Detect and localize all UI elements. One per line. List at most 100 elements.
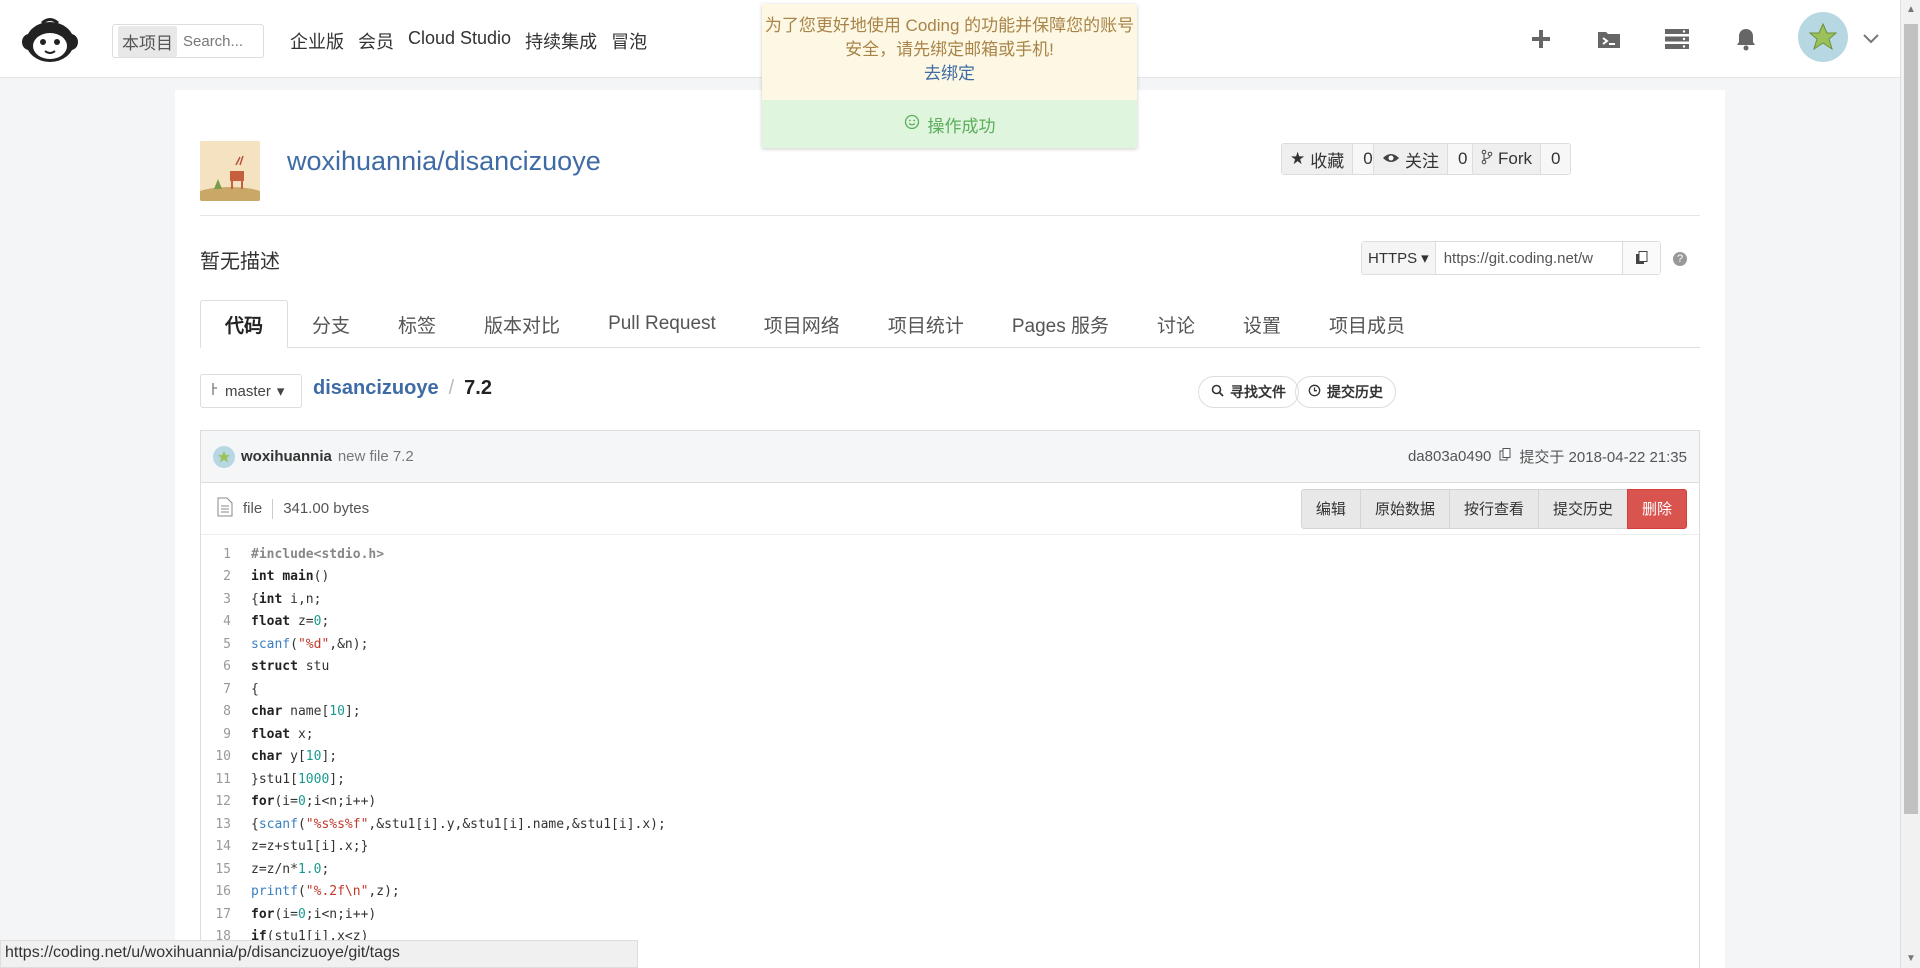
project-panel: woxihuannia/disancizuoye ★ 收藏 0 关注 0 For…	[175, 90, 1725, 968]
tab-settings[interactable]: 设置	[1219, 300, 1305, 348]
fork-button[interactable]: Fork	[1473, 144, 1540, 174]
tab-discussion[interactable]: 讨论	[1133, 300, 1219, 348]
line-number[interactable]: 7	[201, 682, 231, 697]
watch-button-group[interactable]: 关注 0	[1373, 143, 1479, 175]
chevron-down-icon[interactable]	[1856, 24, 1886, 54]
caret-down-icon: ▾	[276, 383, 285, 400]
raw-button[interactable]: 原始数据	[1359, 488, 1450, 529]
clone-protocol-label: HTTPS	[1368, 249, 1418, 267]
code-line: 8 char name[10];	[201, 701, 1699, 724]
scroll-up-icon[interactable]: ▲	[1906, 4, 1916, 15]
user-avatar[interactable]	[1798, 12, 1848, 62]
edit-button[interactable]: 编辑	[1300, 488, 1361, 529]
tab-members[interactable]: 项目成员	[1305, 300, 1429, 348]
search-placeholder: Search...	[183, 32, 244, 50]
watch-button[interactable]: 关注	[1374, 144, 1447, 174]
tab-compare[interactable]: 版本对比	[460, 300, 584, 348]
help-icon[interactable]: ?	[1673, 252, 1687, 266]
bind-link[interactable]: 去绑定	[762, 62, 1137, 86]
nav-enterprise[interactable]: 企业版	[290, 28, 344, 54]
line-number[interactable]: 12	[201, 794, 231, 809]
success-message: 操作成功	[762, 100, 1137, 148]
smile-icon	[904, 114, 920, 135]
code-line: 15 z=z/n*1.0;	[201, 858, 1699, 881]
code-line: 17 for(i=0;i<n;i++)	[201, 903, 1699, 926]
tab-tags[interactable]: 标签	[374, 300, 460, 348]
file-size: 341.00 bytes	[283, 500, 370, 517]
nav-member[interactable]: 会员	[358, 28, 394, 54]
tab-network[interactable]: 项目网络	[740, 300, 864, 348]
line-number[interactable]: 5	[201, 637, 231, 652]
file-history-button[interactable]: 提交历史	[1537, 488, 1628, 529]
commit-author-avatar[interactable]	[213, 445, 235, 468]
commit-hash[interactable]: da803a0490	[1408, 448, 1491, 465]
nav-ci[interactable]: 持续集成	[525, 28, 597, 54]
clone-url-group: HTTPS ▾ https://git.coding.net/w	[1361, 241, 1661, 275]
line-number[interactable]: 15	[201, 862, 231, 877]
tab-statistics[interactable]: 项目统计	[864, 300, 988, 348]
code-text: }stu1[1000];	[251, 771, 345, 787]
nav-bubble[interactable]: 冒泡	[611, 28, 647, 54]
line-number[interactable]: 4	[201, 614, 231, 629]
commit-message[interactable]: new file 7.2	[338, 448, 414, 465]
line-number[interactable]: 16	[201, 884, 231, 899]
find-file-button[interactable]: 寻找文件	[1198, 376, 1299, 408]
eye-icon	[1382, 149, 1400, 169]
fork-button-group[interactable]: Fork 0	[1472, 143, 1572, 175]
project-title[interactable]: woxihuannia/disancizuoye	[287, 146, 601, 177]
breadcrumb: disancizuoye / 7.2	[313, 377, 492, 400]
scroll-down-icon[interactable]: ▼	[1906, 953, 1916, 964]
coding-logo-icon[interactable]	[20, 14, 80, 66]
delete-button[interactable]: 删除	[1626, 488, 1687, 529]
line-number[interactable]: 2	[201, 569, 231, 584]
line-number[interactable]: 6	[201, 659, 231, 674]
line-number[interactable]: 1	[201, 547, 231, 562]
terminal-folder-icon[interactable]	[1594, 24, 1624, 54]
code-text: int main()	[251, 569, 330, 585]
breadcrumb-file: 7.2	[464, 377, 492, 399]
blame-button[interactable]: 按行查看	[1448, 488, 1539, 529]
server-icon[interactable]	[1662, 24, 1692, 54]
star-button[interactable]: ★ 收藏	[1282, 144, 1353, 174]
bell-icon[interactable]	[1731, 24, 1761, 54]
latest-commit-bar: woxihuannia new file 7.2 da803a0490 提交于 …	[201, 431, 1699, 483]
search-scope[interactable]: 本项目	[118, 25, 177, 57]
line-number[interactable]: 11	[201, 772, 231, 787]
line-number[interactable]: 8	[201, 704, 231, 719]
watch-label: 关注	[1405, 151, 1439, 171]
code-text: char name[10];	[251, 704, 361, 720]
scrollbar-thumb[interactable]	[1904, 24, 1918, 814]
branch-selector[interactable]: master ▾	[200, 374, 302, 408]
code-line: 14 z=z+stu1[i].x;}	[201, 836, 1699, 859]
code-text: {	[251, 681, 259, 697]
line-number[interactable]: 10	[201, 749, 231, 764]
clone-protocol-select[interactable]: HTTPS ▾	[1362, 242, 1436, 274]
line-number[interactable]: 13	[201, 817, 231, 832]
page-scrollbar[interactable]: ▲ ▼	[1900, 0, 1920, 968]
project-description: 暂无描述	[200, 251, 280, 273]
line-number[interactable]: 17	[201, 907, 231, 922]
tab-pages[interactable]: Pages 服务	[988, 300, 1133, 348]
code-line: 7{	[201, 678, 1699, 701]
tab-branches[interactable]: 分支	[288, 300, 374, 348]
commit-author[interactable]: woxihuannia	[241, 448, 332, 465]
copy-hash-icon[interactable]	[1499, 448, 1511, 465]
commit-history-button[interactable]: 提交历史	[1295, 376, 1396, 408]
code-text: #include<stdio.h>	[251, 546, 385, 562]
tab-pull-request[interactable]: Pull Request	[584, 300, 740, 348]
clock-icon	[1308, 384, 1321, 400]
breadcrumb-repo[interactable]: disancizuoye	[313, 377, 439, 400]
line-number[interactable]: 3	[201, 592, 231, 607]
line-number[interactable]: 9	[201, 727, 231, 742]
star-button-group[interactable]: ★ 收藏 0	[1281, 143, 1384, 175]
nav-cloud-studio[interactable]: Cloud Studio	[408, 28, 511, 54]
copy-icon[interactable]	[1621, 242, 1660, 274]
search-input[interactable]: 本项目 Search...	[112, 24, 264, 58]
star-icon: ★	[1290, 149, 1306, 168]
breadcrumb-separator: /	[448, 377, 455, 399]
plus-icon[interactable]	[1526, 24, 1556, 54]
line-number[interactable]: 14	[201, 839, 231, 854]
clone-url-input[interactable]: https://git.coding.net/w	[1436, 242, 1622, 274]
caret-down-icon: ▾	[1421, 250, 1429, 267]
tab-code[interactable]: 代码	[200, 300, 289, 348]
